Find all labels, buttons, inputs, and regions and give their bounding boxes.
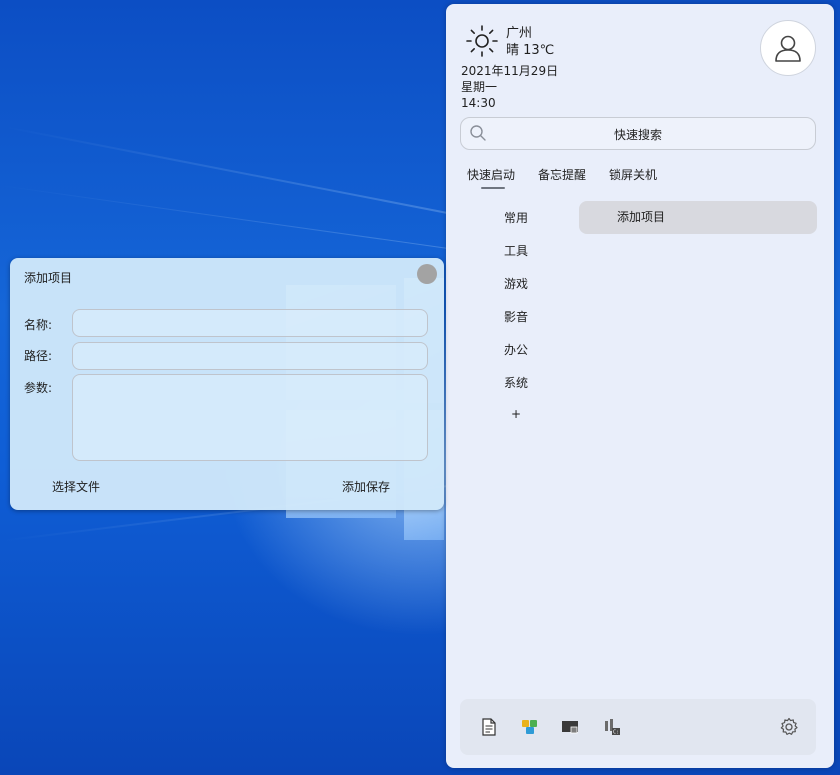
path-label: 路径: bbox=[24, 349, 53, 363]
add-save-button[interactable]: 添加保存 bbox=[342, 478, 390, 495]
name-label: 名称: bbox=[24, 318, 53, 332]
tab-quick-launch[interactable]: 快速启动 bbox=[467, 166, 515, 183]
terminal-icon[interactable]: C: bbox=[603, 718, 621, 736]
file-icon[interactable] bbox=[480, 718, 498, 736]
category-media[interactable]: 影音 bbox=[486, 308, 546, 325]
dialog-close-button[interactable] bbox=[417, 264, 437, 284]
puzzle-icon[interactable] bbox=[521, 718, 539, 736]
launcher-panel: 广州 晴 13℃ 2021年11月29日 星期一 14:30 快速搜索 快速启动… bbox=[446, 4, 834, 768]
dialog-title: 添加项目 bbox=[24, 271, 73, 285]
params-textarea[interactable] bbox=[72, 374, 428, 461]
category-system[interactable]: 系统 bbox=[486, 374, 546, 391]
params-label: 参数: bbox=[24, 381, 53, 395]
path-input[interactable] bbox=[72, 342, 428, 370]
add-item-button[interactable]: 添加项目 bbox=[579, 201, 817, 234]
sun-icon bbox=[466, 25, 498, 57]
user-avatar[interactable] bbox=[760, 20, 816, 76]
add-category-button[interactable]: + bbox=[486, 407, 546, 421]
weekday-text: 星期一 bbox=[461, 80, 498, 94]
user-icon bbox=[775, 35, 801, 62]
choose-file-button[interactable]: 选择文件 bbox=[52, 478, 100, 495]
gear-icon[interactable] bbox=[779, 717, 799, 737]
category-games[interactable]: 游戏 bbox=[486, 275, 546, 292]
quick-search-box[interactable]: 快速搜索 bbox=[460, 117, 816, 150]
name-input[interactable] bbox=[72, 309, 428, 337]
category-office[interactable]: 办公 bbox=[486, 341, 546, 358]
weather-status: 晴 13℃ bbox=[506, 43, 555, 58]
screen-icon[interactable] bbox=[561, 718, 579, 736]
category-common[interactable]: 常用 bbox=[486, 209, 546, 226]
quick-search-label: 快速搜索 bbox=[613, 128, 662, 142]
date-text: 2021年11月29日 bbox=[461, 64, 559, 78]
active-tab-indicator bbox=[481, 187, 505, 189]
tab-memo-reminder[interactable]: 备忘提醒 bbox=[538, 166, 586, 183]
tab-lock-shutdown[interactable]: 锁屏关机 bbox=[609, 166, 657, 183]
bottom-toolbar: C: bbox=[460, 699, 816, 755]
add-item-dialog: 添加项目 名称: 路径: 参数: 选择文件 添加保存 bbox=[10, 258, 444, 510]
svg-text:C:: C: bbox=[613, 730, 619, 736]
time-text: 14:30 bbox=[461, 96, 496, 110]
category-tools[interactable]: 工具 bbox=[486, 242, 546, 259]
